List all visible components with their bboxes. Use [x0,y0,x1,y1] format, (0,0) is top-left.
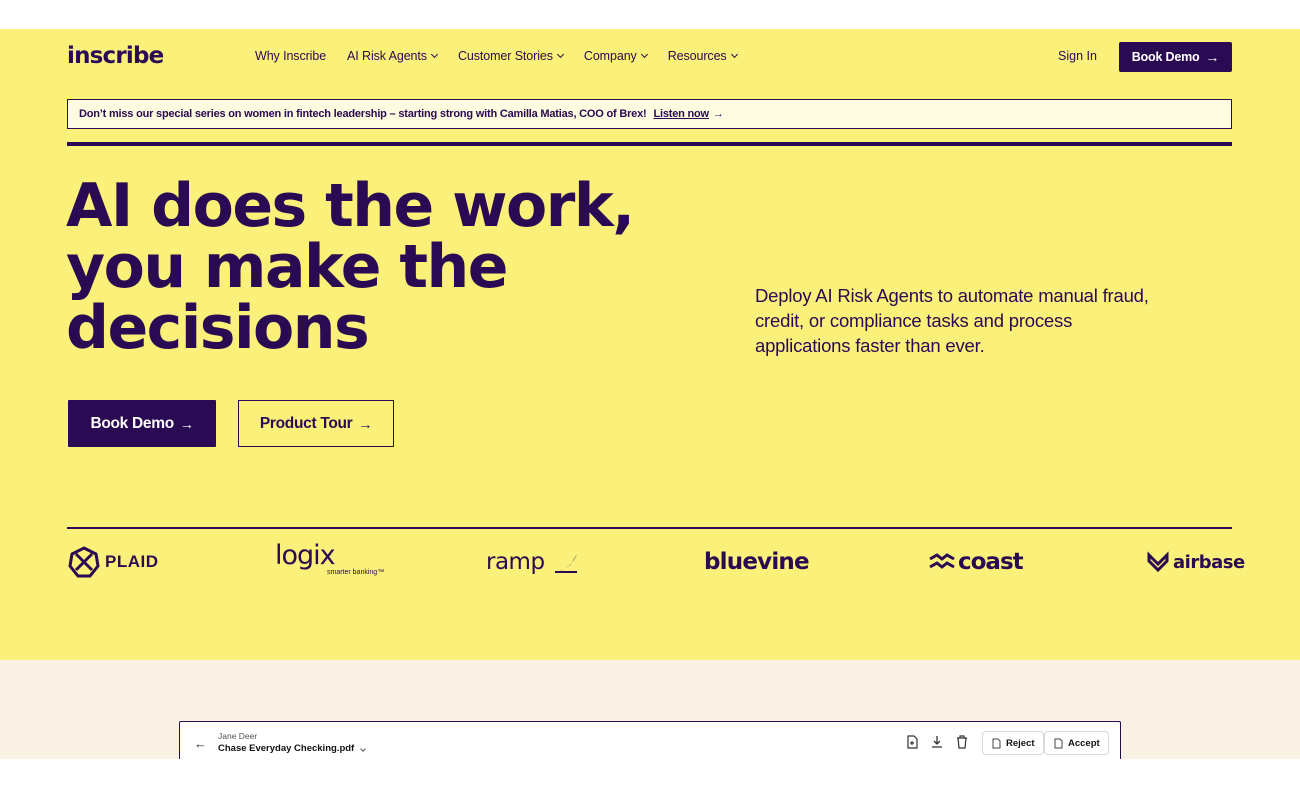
nav-ai-risk-agents[interactable]: AI Risk Agents [347,49,438,63]
header-book-demo-button[interactable]: Book Demo → [1119,42,1232,72]
nav-label: Resources [667,49,727,63]
bottom-blank [0,759,1300,788]
site-logo[interactable]: inscribe [67,43,164,69]
customer-logo-airbase: airbase [1147,545,1245,579]
headline-line: AI does the work, [66,171,635,241]
button-label: Book Demo [1131,50,1200,64]
airbase-logo-icon [1147,551,1169,573]
divider [67,527,1232,529]
file-reject-icon [992,738,1001,748]
nav-customer-stories[interactable]: Customer Stories [457,49,564,63]
button-label: Reject [1006,737,1035,749]
customer-logo-coast: coast [929,545,1024,579]
nav-label: Customer Stories [457,49,553,63]
chevron-down-icon [640,50,648,59]
reject-button[interactable]: Reject [982,731,1044,755]
preview-file-selector[interactable]: Chase Everyday Checking.pdf [218,743,366,754]
arrow-right-icon: → [712,108,724,120]
sign-in-link[interactable]: Sign In [1058,49,1097,63]
chevron-down-icon [430,50,438,59]
nav-label: Company [583,49,637,63]
button-label: Product Tour [259,414,353,432]
arrow-right-icon: → [1205,49,1220,65]
product-tour-button[interactable]: Product Tour → [238,400,394,447]
file-compare-icon[interactable] [905,735,919,749]
file-accept-icon [1054,738,1063,748]
preview-user-name: Jane Deer [218,731,258,741]
trash-icon[interactable] [955,735,969,749]
logo-subtext: smarter banking™ [327,569,385,576]
top-blank [0,0,1300,29]
ramp-logo-icon [554,554,577,573]
main-nav: Why Inscribe AI Risk Agents Customer Sto… [255,49,758,63]
accept-button[interactable]: Accept [1044,731,1109,755]
plaid-logo-icon [68,546,100,578]
listen-now-link[interactable]: Listen now [653,108,709,120]
logo-text: airbase [1173,551,1245,573]
app-preview: ← Jane Deer Chase Everyday Checking.pdf … [179,721,1121,759]
customer-logo-plaid: PLAID [68,545,159,579]
logo-text: ramp [486,549,545,575]
divider [67,142,1232,146]
hero-subtext: Deploy AI Risk Agents to automate manual… [755,285,1149,356]
nav-company[interactable]: Company [583,49,648,63]
book-demo-button[interactable]: Book Demo → [68,400,216,447]
download-icon[interactable] [930,735,944,749]
nav-label: AI Risk Agents [347,49,427,63]
nav-why-inscribe[interactable]: Why Inscribe [255,49,326,63]
back-arrow-icon[interactable]: ← [194,736,207,751]
banner-text: Don’t miss our special series on women i… [79,108,647,120]
coast-logo-icon [929,553,955,569]
chevron-down-icon [730,50,738,59]
customer-logo-bluevine: bluevine [704,545,810,579]
headline-line: you make the [66,232,508,302]
button-label: Book Demo [90,414,174,432]
hero-headline: AI does the work, you make the decisions [66,176,706,359]
customer-logo-ramp: ramp [486,545,579,579]
announcement-banner: Don’t miss our special series on women i… [67,99,1232,129]
customer-logo-logix: logix smarter banking™ [275,540,385,577]
button-label: Accept [1068,737,1100,749]
chevron-down-icon [556,50,564,59]
nav-resources[interactable]: Resources [667,49,738,63]
logo-text: PLAID [105,552,159,571]
nav-label: Why Inscribe [255,49,327,63]
logo-text: coast [958,549,1024,575]
logo-text: bluevine [704,549,810,575]
arrow-right-icon: → [179,415,194,432]
logo-text: logix [275,540,336,571]
headline-line: decisions [66,293,370,363]
file-name: Chase Everyday Checking.pdf [218,743,355,754]
arrow-right-icon: → [358,415,373,432]
chevron-down-icon [360,746,366,752]
page: inscribe Why Inscribe AI Risk Agents Cus… [0,0,1300,788]
